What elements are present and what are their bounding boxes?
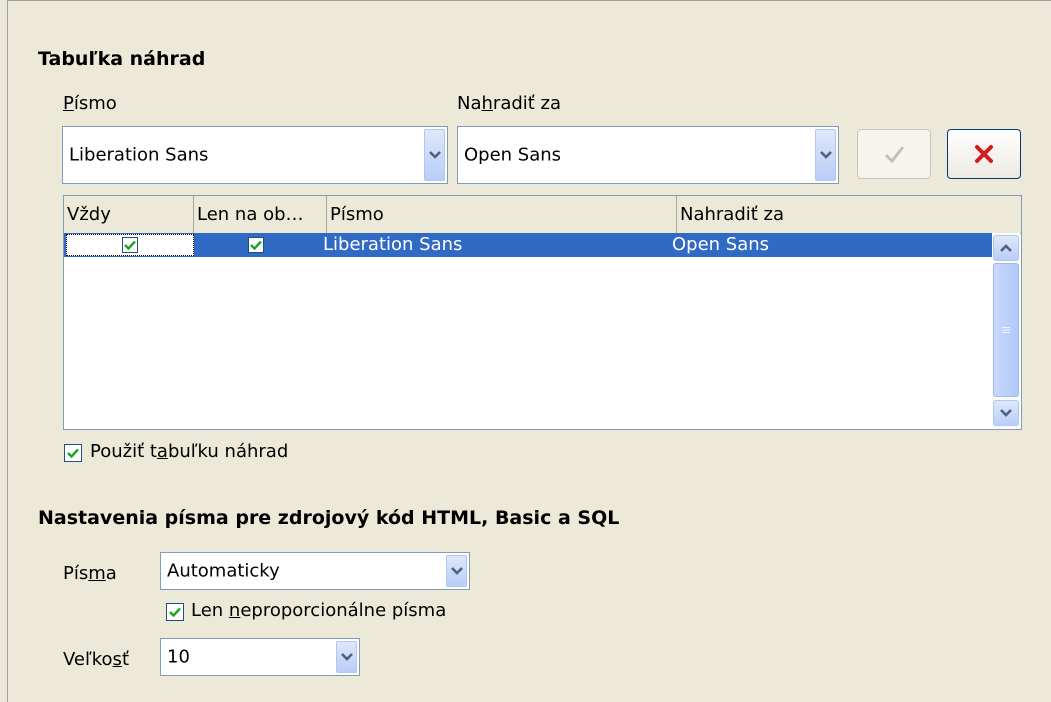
delete-replacement-button[interactable] xyxy=(947,129,1021,179)
replace-with-label: Nahradiť za xyxy=(457,93,562,114)
column-header-font[interactable]: Písmo xyxy=(327,196,677,233)
row-replace-with-cell: Open Sans xyxy=(672,234,770,255)
checkbox-checked-icon xyxy=(169,607,181,617)
frame-top-border xyxy=(7,0,1051,1)
apply-table-checkbox[interactable] xyxy=(64,444,82,462)
source-fonts-heading: Nastavenia písma pre zdrojový kód HTML, … xyxy=(38,507,620,529)
checkbox-checked-icon xyxy=(250,240,262,250)
screen-only-checkbox[interactable] xyxy=(248,237,264,253)
apply-replacement-button[interactable] xyxy=(857,129,931,179)
font-combobox[interactable]: Liberation Sans xyxy=(62,126,448,184)
column-header-replace-with[interactable]: Nahradiť za xyxy=(677,196,1021,233)
fonts-label: Písma xyxy=(63,563,117,584)
size-combobox-value: 10 xyxy=(167,646,190,668)
checkmark-icon xyxy=(884,146,905,164)
scroll-down-icon[interactable] xyxy=(993,400,1019,426)
frame-left-border xyxy=(7,0,8,702)
delete-x-icon xyxy=(975,145,993,163)
vertical-scrollbar[interactable] xyxy=(992,233,1020,428)
chevron-down-icon[interactable] xyxy=(815,129,836,181)
scrollbar-thumb[interactable] xyxy=(993,263,1019,397)
checkbox-checked-icon xyxy=(124,240,136,250)
column-header-always[interactable]: Vždy xyxy=(64,196,194,233)
font-combobox-value: Liberation Sans xyxy=(69,144,209,166)
monospace-only-label[interactable]: Len neproporcionálne písma xyxy=(191,600,446,621)
apply-table-label[interactable]: Použiť tabuľku náhrad xyxy=(90,441,288,462)
column-header-screen-only[interactable]: Len na ob… xyxy=(194,196,327,233)
size-label: Veľkosť xyxy=(63,649,129,670)
replace-with-combobox-value: Open Sans xyxy=(464,144,562,166)
replacement-table-heading: Tabuľka náhrad xyxy=(38,48,206,70)
checkbox-checked-icon xyxy=(67,448,79,458)
grip-icon xyxy=(1002,327,1010,333)
chevron-down-icon[interactable] xyxy=(446,555,467,587)
monospace-only-checkbox[interactable] xyxy=(166,603,184,621)
fonts-combobox-value: Automaticky xyxy=(167,560,280,582)
replace-with-combobox[interactable]: Open Sans xyxy=(457,126,839,184)
replacement-table[interactable]: Vždy Len na ob… Písmo Nahradiť za Libera… xyxy=(63,195,1022,430)
table-row[interactable]: Liberation Sans Open Sans xyxy=(64,233,992,257)
chevron-down-icon[interactable] xyxy=(336,641,357,673)
font-label: Písmo xyxy=(63,93,117,114)
row-font-cell: Liberation Sans xyxy=(323,234,463,255)
chevron-down-icon[interactable] xyxy=(424,129,445,181)
table-header: Vždy Len na ob… Písmo Nahradiť za xyxy=(64,196,1021,234)
size-combobox[interactable]: 10 xyxy=(160,638,360,676)
scroll-up-icon[interactable] xyxy=(993,235,1019,261)
always-checkbox[interactable] xyxy=(122,237,138,253)
fonts-combobox[interactable]: Automaticky xyxy=(160,552,470,590)
